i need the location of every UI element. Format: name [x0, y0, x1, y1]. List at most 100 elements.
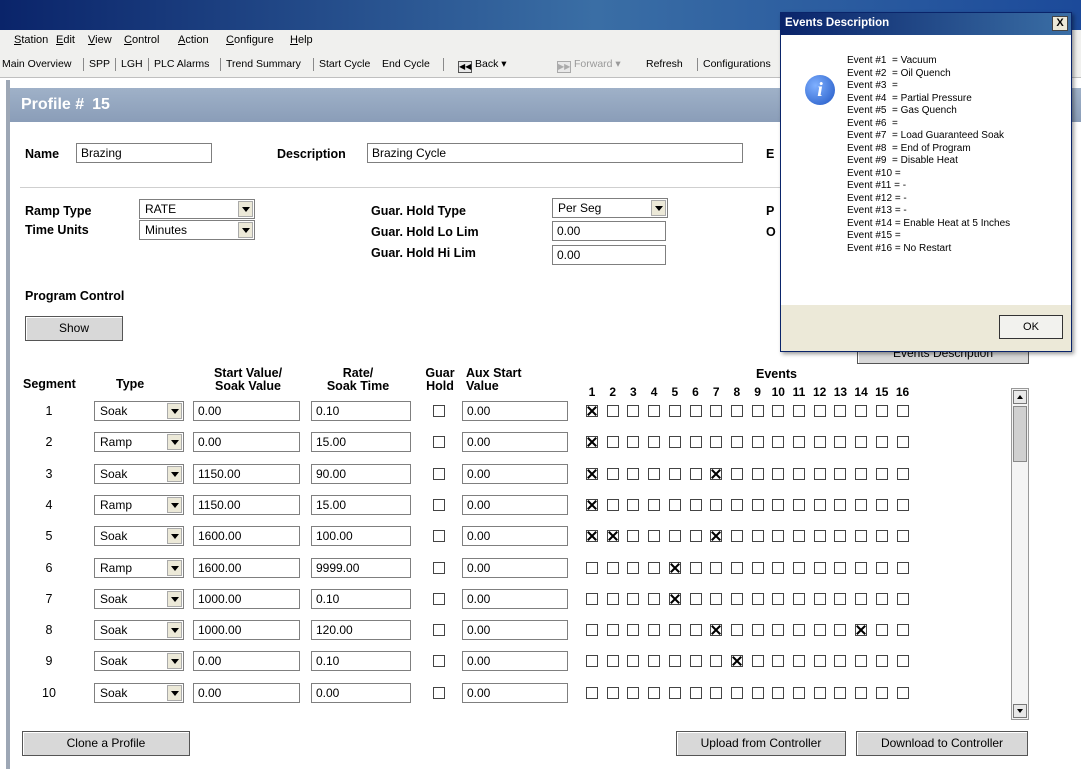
menu-configure[interactable]: Configure [226, 34, 274, 46]
event-8-checkbox[interactable] [731, 405, 743, 417]
event-11-checkbox[interactable] [793, 655, 805, 667]
start-value-field[interactable]: 1150.00 [193, 495, 300, 515]
event-7-checkbox[interactable] [710, 655, 722, 667]
name-field[interactable]: Brazing [76, 143, 212, 163]
guar-hold-checkbox[interactable] [433, 562, 445, 574]
aux-start-field[interactable]: 0.00 [462, 464, 568, 484]
start-value-field[interactable]: 0.00 [193, 651, 300, 671]
event-16-checkbox[interactable] [897, 593, 909, 605]
start-value-field[interactable]: 1000.00 [193, 589, 300, 609]
menu-help[interactable]: Help [290, 34, 313, 46]
event-6-checkbox[interactable] [690, 562, 702, 574]
event-14-checkbox[interactable] [855, 655, 867, 667]
event-2-checkbox[interactable] [607, 624, 619, 636]
event-13-checkbox[interactable] [834, 499, 846, 511]
start-value-field[interactable]: 1150.00 [193, 464, 300, 484]
event-15-checkbox[interactable] [876, 655, 888, 667]
event-10-checkbox[interactable] [772, 530, 784, 542]
guar-hold-checkbox[interactable] [433, 624, 445, 636]
event-7-checkbox[interactable] [710, 687, 722, 699]
toolbar-back-button[interactable]: ◀◀ Back ▾ [458, 58, 507, 73]
event-13-checkbox[interactable] [834, 687, 846, 699]
event-15-checkbox[interactable] [876, 593, 888, 605]
event-1-checkbox[interactable] [586, 468, 598, 480]
event-9-checkbox[interactable] [752, 624, 764, 636]
event-5-checkbox[interactable] [669, 499, 681, 511]
event-9-checkbox[interactable] [752, 562, 764, 574]
ramp-type-select[interactable]: RATE [139, 199, 255, 219]
event-13-checkbox[interactable] [834, 624, 846, 636]
event-10-checkbox[interactable] [772, 687, 784, 699]
guar-hold-checkbox[interactable] [433, 530, 445, 542]
event-11-checkbox[interactable] [793, 593, 805, 605]
rate-field[interactable]: 120.00 [311, 620, 411, 640]
description-field[interactable]: Brazing Cycle [367, 143, 743, 163]
event-1-checkbox[interactable] [586, 562, 598, 574]
event-5-checkbox[interactable] [669, 468, 681, 480]
rate-field[interactable]: 0.00 [311, 683, 411, 703]
event-12-checkbox[interactable] [814, 687, 826, 699]
event-1-checkbox[interactable] [586, 655, 598, 667]
toolbar-forward-button[interactable]: ▶▶ Forward ▾ [557, 58, 621, 73]
event-8-checkbox[interactable] [731, 655, 743, 667]
event-13-checkbox[interactable] [834, 405, 846, 417]
event-1-checkbox[interactable] [586, 624, 598, 636]
event-15-checkbox[interactable] [876, 624, 888, 636]
event-10-checkbox[interactable] [772, 468, 784, 480]
event-12-checkbox[interactable] [814, 593, 826, 605]
segment-type-select[interactable]: Soak [94, 651, 184, 671]
guar-hold-checkbox[interactable] [433, 655, 445, 667]
event-15-checkbox[interactable] [876, 405, 888, 417]
event-13-checkbox[interactable] [834, 562, 846, 574]
rate-field[interactable]: 15.00 [311, 432, 411, 452]
event-5-checkbox[interactable] [669, 436, 681, 448]
toolbar-configurations[interactable]: Configurations [703, 58, 771, 70]
event-16-checkbox[interactable] [897, 687, 909, 699]
event-4-checkbox[interactable] [648, 624, 660, 636]
event-4-checkbox[interactable] [648, 499, 660, 511]
guar-hold-checkbox[interactable] [433, 687, 445, 699]
menu-control[interactable]: Control [124, 34, 159, 46]
event-7-checkbox[interactable] [710, 468, 722, 480]
menu-station[interactable]: Station [14, 34, 48, 46]
segment-type-select[interactable]: Soak [94, 464, 184, 484]
event-6-checkbox[interactable] [690, 530, 702, 542]
event-9-checkbox[interactable] [752, 405, 764, 417]
event-3-checkbox[interactable] [627, 655, 639, 667]
event-8-checkbox[interactable] [731, 687, 743, 699]
event-4-checkbox[interactable] [648, 405, 660, 417]
rate-field[interactable]: 0.10 [311, 589, 411, 609]
event-16-checkbox[interactable] [897, 405, 909, 417]
event-12-checkbox[interactable] [814, 655, 826, 667]
event-6-checkbox[interactable] [690, 499, 702, 511]
segment-type-select[interactable]: Ramp [94, 495, 184, 515]
event-5-checkbox[interactable] [669, 593, 681, 605]
toolbar-plc-alarms[interactable]: PLC Alarms [154, 58, 209, 70]
event-8-checkbox[interactable] [731, 468, 743, 480]
event-7-checkbox[interactable] [710, 593, 722, 605]
rate-field[interactable]: 9999.00 [311, 558, 411, 578]
event-10-checkbox[interactable] [772, 405, 784, 417]
event-5-checkbox[interactable] [669, 624, 681, 636]
start-value-field[interactable]: 1000.00 [193, 620, 300, 640]
event-13-checkbox[interactable] [834, 593, 846, 605]
toolbar-trend-summary[interactable]: Trend Summary [226, 58, 301, 70]
event-7-checkbox[interactable] [710, 530, 722, 542]
close-icon[interactable]: X [1052, 16, 1068, 31]
event-13-checkbox[interactable] [834, 530, 846, 542]
event-4-checkbox[interactable] [648, 562, 660, 574]
segment-type-select[interactable]: Soak [94, 589, 184, 609]
event-16-checkbox[interactable] [897, 499, 909, 511]
event-14-checkbox[interactable] [855, 499, 867, 511]
guar-hold-checkbox[interactable] [433, 593, 445, 605]
menu-edit[interactable]: Edit [56, 34, 75, 46]
event-5-checkbox[interactable] [669, 655, 681, 667]
event-15-checkbox[interactable] [876, 468, 888, 480]
event-5-checkbox[interactable] [669, 562, 681, 574]
event-5-checkbox[interactable] [669, 687, 681, 699]
event-7-checkbox[interactable] [710, 405, 722, 417]
event-7-checkbox[interactable] [710, 499, 722, 511]
event-8-checkbox[interactable] [731, 530, 743, 542]
event-14-checkbox[interactable] [855, 530, 867, 542]
toolbar-refresh[interactable]: Refresh [646, 58, 683, 70]
